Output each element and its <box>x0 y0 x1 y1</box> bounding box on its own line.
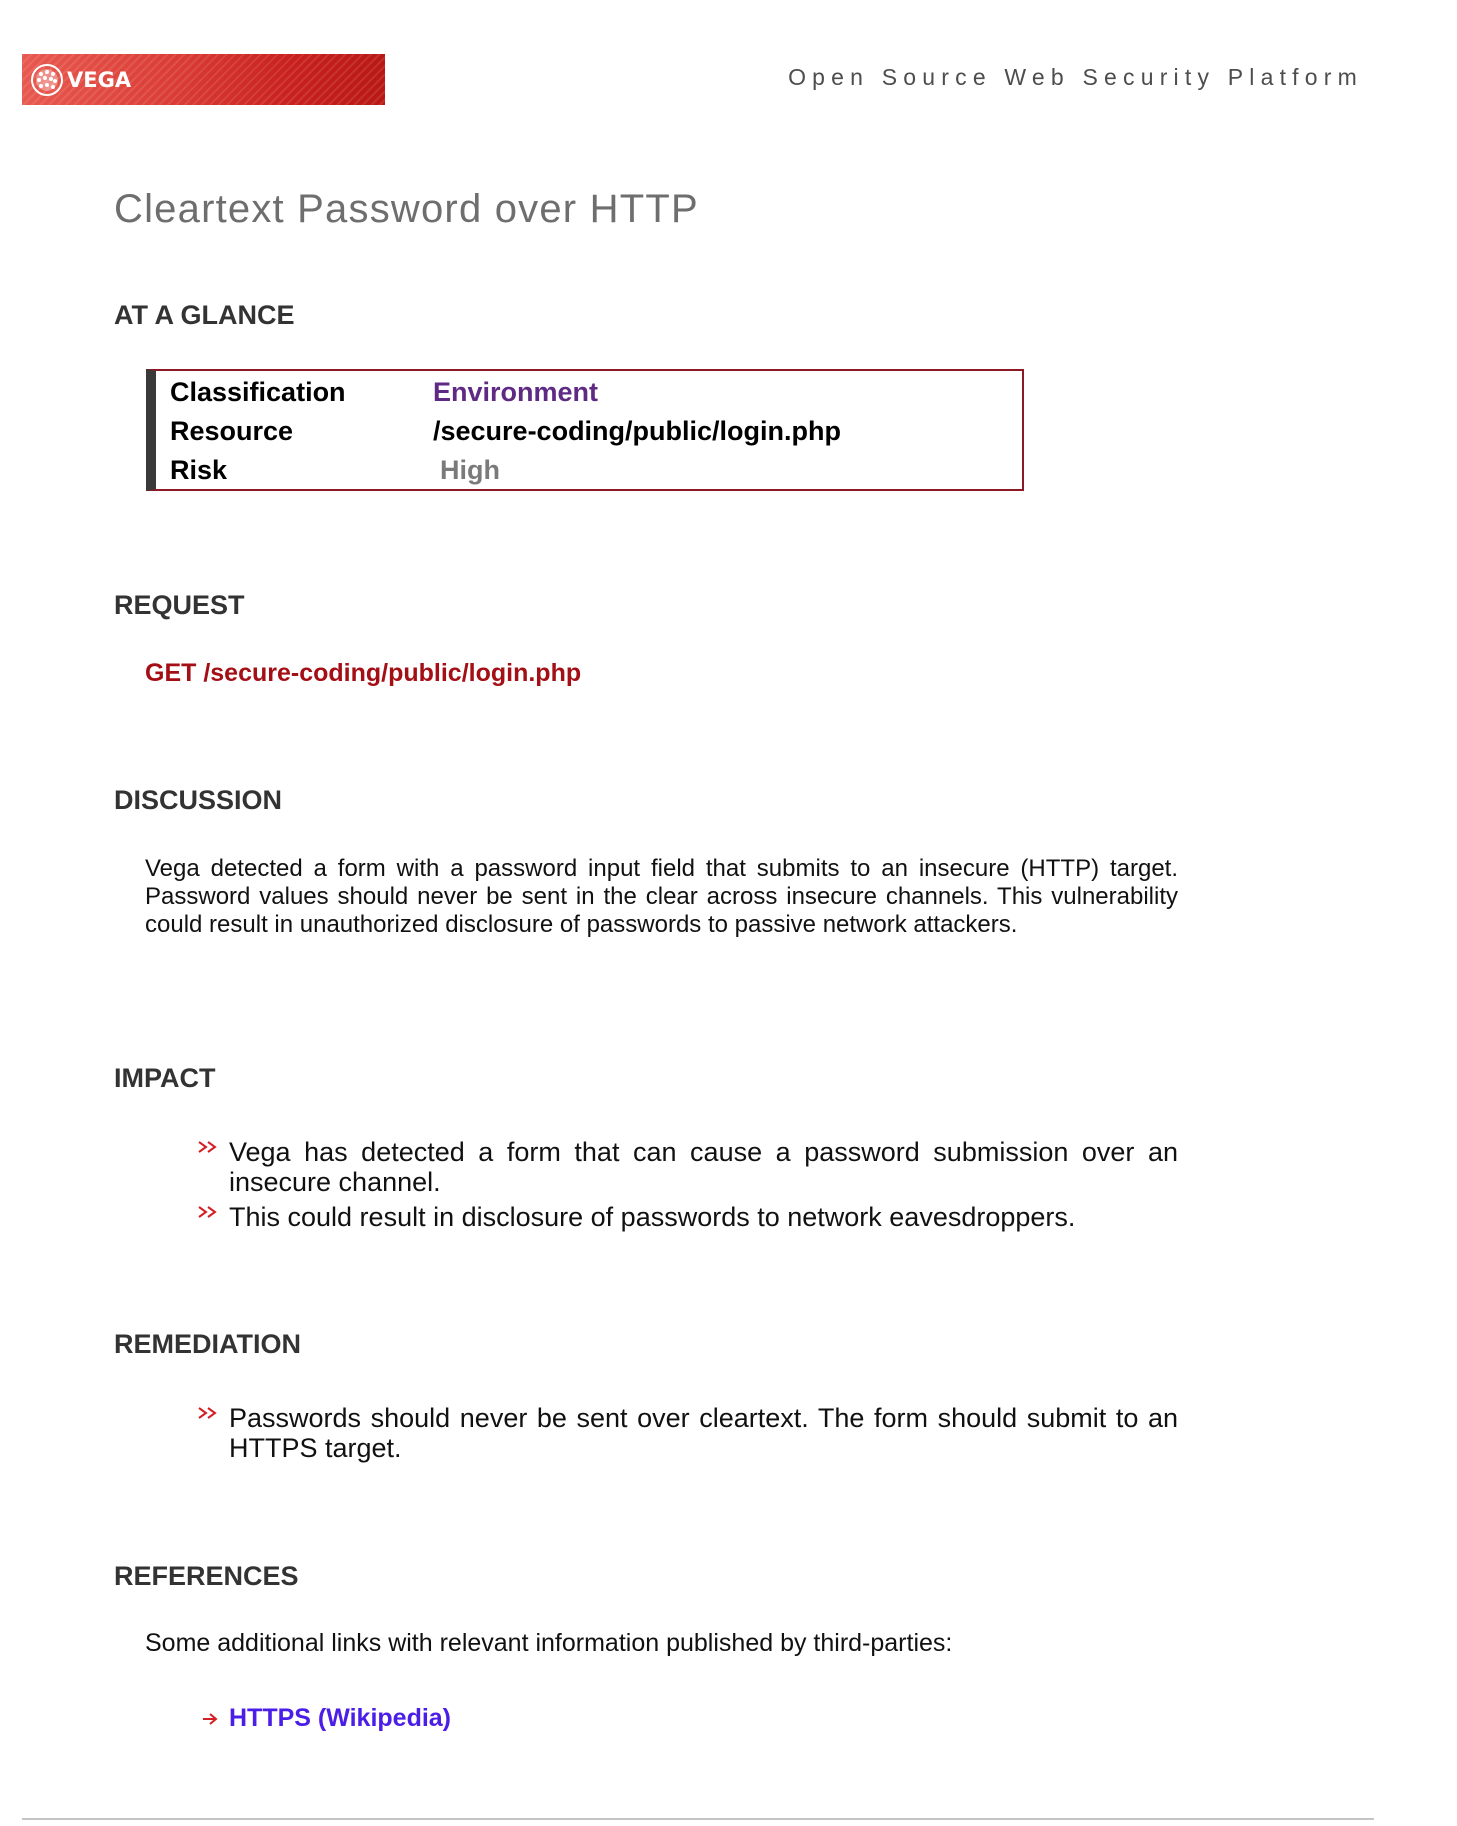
double-chevron-icon <box>198 1141 217 1153</box>
request-heading: REQUEST <box>114 590 245 620</box>
double-chevron-icon <box>198 1407 217 1419</box>
risk-value: High <box>440 455 500 485</box>
discussion-text: Vega detected a form with a password inp… <box>145 855 1178 938</box>
list-item: Passwords should never be sent over clea… <box>196 1403 1178 1463</box>
tagline: Open Source Web Security Platform <box>788 64 1363 90</box>
impact-heading: IMPACT <box>114 1063 216 1093</box>
impact-item-text: This could result in disclosure of passw… <box>229 1202 1076 1232</box>
references-intro: Some additional links with relevant info… <box>145 1629 953 1657</box>
glance-label: Risk <box>170 455 228 485</box>
arrow-right-icon <box>203 1712 218 1725</box>
glance-label: Classification <box>170 377 346 407</box>
remediation-item-text: Passwords should never be sent over clea… <box>229 1403 1178 1463</box>
discussion-heading: DISCUSSION <box>114 785 283 815</box>
vega-logo-icon <box>31 63 63 96</box>
at-a-glance-table: Classification Environment Resource/secur… <box>146 369 1024 491</box>
remediation-list: Passwords should never be sent over clea… <box>196 1403 1178 1468</box>
request-line: GET /secure-coding/public/login.php <box>145 659 582 687</box>
list-item: This could result in disclosure of passw… <box>196 1202 1178 1232</box>
impact-item-text: Vega has detected a form that can cause … <box>229 1137 1178 1197</box>
at-a-glance-heading: AT A GLANCE <box>114 300 295 330</box>
vega-logo: VEGA <box>22 54 385 105</box>
glance-label: Resource <box>170 416 294 446</box>
glance-row-classification: Classification Environment <box>170 377 598 408</box>
glance-row-resource: Resource/secure-coding/public/login.php <box>170 416 841 447</box>
references-heading: REFERENCES <box>114 1561 299 1591</box>
page-title: Cleartext Password over HTTP <box>114 187 699 231</box>
glance-row-risk: Risk High <box>170 455 500 486</box>
remediation-heading: REMEDIATION <box>114 1329 301 1359</box>
resource-value: /secure-coding/public/login.php <box>433 416 842 446</box>
double-chevron-icon <box>198 1206 217 1218</box>
reference-link-https-wikipedia[interactable]: HTTPS (Wikipedia) <box>229 1704 451 1733</box>
list-item: Vega has detected a form that can cause … <box>196 1137 1178 1197</box>
footer-divider <box>22 1818 1374 1820</box>
logo-text: VEGA <box>67 67 132 92</box>
impact-list: Vega has detected a form that can cause … <box>196 1137 1178 1237</box>
reference-item: HTTPS (Wikipedia) <box>202 1704 451 1733</box>
classification-value: Environment <box>433 377 599 407</box>
